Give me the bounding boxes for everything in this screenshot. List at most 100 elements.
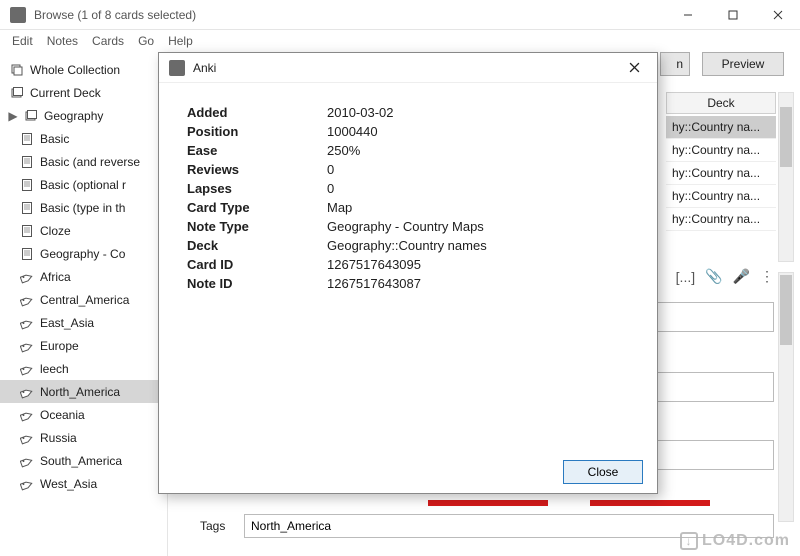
sidebar-item-europe[interactable]: Europe xyxy=(0,334,167,357)
tag-icon xyxy=(20,408,34,422)
sidebar-item-basic[interactable]: Basic xyxy=(0,127,167,150)
download-icon: ↓ xyxy=(680,532,698,550)
cloze-icon[interactable]: [...] xyxy=(676,269,695,285)
separator-red-2 xyxy=(590,500,710,506)
sidebar: Whole CollectionCurrent Deck ▶ Geography Ba… xyxy=(0,52,168,556)
sidebar-item-label: North_America xyxy=(40,385,120,399)
sidebar-item-russia[interactable]: Russia xyxy=(0,426,167,449)
sidebar-item-label: Oceania xyxy=(40,408,85,422)
info-row: DeckGeography::Country names xyxy=(187,236,487,255)
watermark: ↓ LO4D.com xyxy=(680,532,790,550)
table-scrollbar[interactable] xyxy=(778,92,794,262)
button-fragment[interactable]: n xyxy=(660,52,690,76)
app-icon xyxy=(10,7,26,23)
dialog-body: Added2010-03-02Position1000440Ease250%Re… xyxy=(159,83,657,451)
table-row[interactable]: hy::Country na... xyxy=(666,162,776,185)
sidebar-item-whole-collection[interactable]: Whole Collection xyxy=(0,58,167,81)
info-key: Lapses xyxy=(187,179,327,198)
sidebar-item-north-america[interactable]: North_America xyxy=(0,380,167,403)
close-button-dialog[interactable]: Close xyxy=(563,460,643,484)
info-row: Ease250% xyxy=(187,141,487,160)
separator-red-1 xyxy=(428,500,548,506)
info-value: Geography::Country names xyxy=(327,236,487,255)
sidebar-item-africa[interactable]: Africa xyxy=(0,265,167,288)
dialog-titlebar: Anki xyxy=(159,53,657,83)
tag-icon xyxy=(20,385,34,399)
close-button[interactable] xyxy=(755,0,800,30)
info-key: Position xyxy=(187,122,327,141)
menu-go[interactable]: Go xyxy=(138,34,154,48)
table-row[interactable]: hy::Country na... xyxy=(666,185,776,208)
menu-notes[interactable]: Notes xyxy=(47,34,78,48)
info-key: Note Type xyxy=(187,217,327,236)
tags-label: Tags xyxy=(200,519,234,533)
dialog-footer: Close xyxy=(159,451,657,493)
chevron-right-icon[interactable]: ▶ xyxy=(8,109,18,123)
deck-icon xyxy=(24,109,38,123)
sidebar-item-basic-and-reverse[interactable]: Basic (and reverse xyxy=(0,150,167,173)
info-value: 0 xyxy=(327,179,487,198)
tag-icon xyxy=(20,454,34,468)
info-row: Note TypeGeography - Country Maps xyxy=(187,217,487,236)
preview-button[interactable]: Preview xyxy=(702,52,784,76)
minimize-button[interactable] xyxy=(665,0,710,30)
sidebar-item-label: Geography xyxy=(44,109,103,123)
sidebar-item-label: West_Asia xyxy=(40,477,97,491)
menu-edit[interactable]: Edit xyxy=(12,34,33,48)
info-key: Added xyxy=(187,103,327,122)
sidebar-item-current-deck[interactable]: Current Deck xyxy=(0,81,167,104)
sidebar-item-label: Central_America xyxy=(40,293,129,307)
info-key: Ease xyxy=(187,141,327,160)
sidebar-item-cloze[interactable]: Cloze xyxy=(0,219,167,242)
sidebar-item-label: leech xyxy=(40,362,69,376)
info-row: Reviews0 xyxy=(187,160,487,179)
sidebar-item-south-america[interactable]: South_America xyxy=(0,449,167,472)
sidebar-item-basic-type-in-th[interactable]: Basic (type in th xyxy=(0,196,167,219)
sidebar-item-oceania[interactable]: Oceania xyxy=(0,403,167,426)
dialog-close-button[interactable] xyxy=(619,53,649,83)
note-icon xyxy=(20,224,34,238)
sidebar-item-west-asia[interactable]: West_Asia xyxy=(0,472,167,495)
sidebar-item-east-asia[interactable]: East_Asia xyxy=(0,311,167,334)
info-row: Lapses0 xyxy=(187,179,487,198)
sidebar-item-label: Basic (and reverse xyxy=(40,155,140,169)
sidebar-item-geography-co[interactable]: Geography - Co xyxy=(0,242,167,265)
maximize-button[interactable] xyxy=(710,0,755,30)
window-title: Browse (1 of 8 cards selected) xyxy=(34,8,196,22)
info-row: Note ID1267517643087 xyxy=(187,274,487,293)
more-icon[interactable]: ⋮ xyxy=(760,268,774,285)
sidebar-item-central-america[interactable]: Central_America xyxy=(0,288,167,311)
tag-icon xyxy=(20,362,34,376)
info-key: Note ID xyxy=(187,274,327,293)
editor-scrollbar[interactable] xyxy=(778,272,794,522)
sidebar-item-geography[interactable]: ▶ Geography xyxy=(0,104,167,127)
editor-toolbar: [...] 📎 🎤 ⋮ xyxy=(676,268,774,285)
info-key: Card Type xyxy=(187,198,327,217)
card-info-dialog: Anki Added2010-03-02Position1000440Ease2… xyxy=(158,52,658,494)
note-icon xyxy=(20,155,34,169)
sidebar-item-leech[interactable]: leech xyxy=(0,357,167,380)
tag-icon xyxy=(20,293,34,307)
record-icon[interactable]: 🎤 xyxy=(733,268,750,285)
info-value: Map xyxy=(327,198,487,217)
attach-icon[interactable]: 📎 xyxy=(705,268,722,285)
tag-icon xyxy=(20,339,34,353)
menu-cards[interactable]: Cards xyxy=(92,34,124,48)
menubar: Edit Notes Cards Go Help xyxy=(0,30,800,52)
sidebar-item-label: East_Asia xyxy=(40,316,94,330)
table-row[interactable]: hy::Country na... xyxy=(666,116,776,139)
sidebar-item-basic-optional-r[interactable]: Basic (optional r xyxy=(0,173,167,196)
anki-icon xyxy=(169,60,185,76)
info-value: 0 xyxy=(327,160,487,179)
menu-help[interactable]: Help xyxy=(168,34,193,48)
titlebar: Browse (1 of 8 cards selected) xyxy=(0,0,800,30)
column-header-deck[interactable]: Deck xyxy=(666,92,776,114)
tag-icon xyxy=(20,431,34,445)
table-row[interactable]: hy::Country na... xyxy=(666,139,776,162)
tag-icon xyxy=(20,316,34,330)
sidebar-item-label: Russia xyxy=(40,431,77,445)
info-key: Reviews xyxy=(187,160,327,179)
table-row[interactable]: hy::Country na... xyxy=(666,208,776,231)
tag-icon xyxy=(20,477,34,491)
info-value: 250% xyxy=(327,141,487,160)
